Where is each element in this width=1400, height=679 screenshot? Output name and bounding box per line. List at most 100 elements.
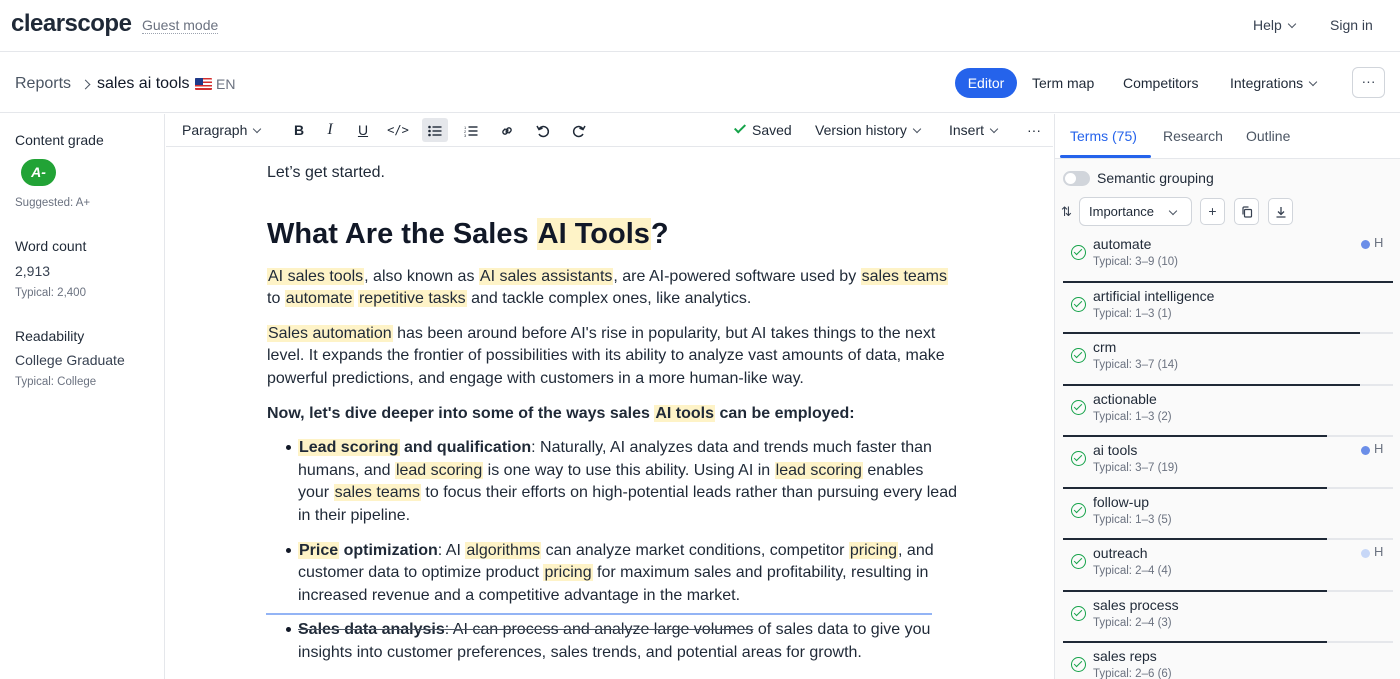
copy-icon[interactable] bbox=[1234, 198, 1259, 225]
sign-in-link[interactable]: Sign in bbox=[1330, 17, 1373, 33]
content-grade-label: Content grade bbox=[15, 132, 104, 148]
chevron-right-icon bbox=[80, 79, 91, 90]
term-highlight: Lead scoring bbox=[298, 439, 400, 457]
help-menu[interactable]: Help bbox=[1253, 17, 1297, 33]
priority-label: H bbox=[1374, 544, 1384, 559]
numbered-list-icon[interactable]: 123 bbox=[458, 118, 484, 142]
insert-menu[interactable]: Insert bbox=[949, 122, 999, 138]
term-row[interactable]: actionable Typical: 1–3 (2) bbox=[1055, 386, 1400, 437]
text: optimization bbox=[339, 541, 438, 559]
download-icon[interactable] bbox=[1268, 198, 1293, 225]
chevron-down-icon bbox=[1287, 19, 1297, 29]
tab-terms[interactable]: Terms (75) bbox=[1070, 128, 1137, 144]
editor-tab-button[interactable]: Editor bbox=[955, 68, 1017, 98]
top-bar: clearscope Guest mode Help Sign in bbox=[0, 0, 1400, 52]
term-highlight: repetitive tasks bbox=[357, 290, 467, 308]
sort-icon[interactable]: ⇅ bbox=[1061, 204, 1072, 220]
term-map-tab[interactable]: Term map bbox=[1032, 75, 1094, 91]
sort-select[interactable]: Importance bbox=[1079, 197, 1192, 226]
guest-mode-label[interactable]: Guest mode bbox=[142, 17, 219, 34]
priority-dot-icon bbox=[1361, 240, 1370, 249]
text: Now, let's dive deeper into some of the … bbox=[267, 404, 655, 422]
term-row[interactable]: sales process Typical: 2–4 (3) bbox=[1055, 592, 1400, 643]
term-highlight: pricing bbox=[543, 564, 593, 582]
term-highlight: AI sales tools bbox=[267, 267, 365, 285]
clearscope-logo[interactable]: clearscope bbox=[11, 10, 132, 38]
term-name: follow-up bbox=[1093, 493, 1150, 510]
term-typical: Typical: 3–9 (10) bbox=[1093, 256, 1179, 268]
term-row[interactable]: follow-up Typical: 1–3 (5) bbox=[1055, 489, 1400, 540]
tab-research[interactable]: Research bbox=[1163, 128, 1223, 144]
more-options-button[interactable]: ··· bbox=[1352, 67, 1385, 98]
list-item: Price optimization: AI algorithms can an… bbox=[267, 540, 957, 608]
term-highlight: Price bbox=[298, 541, 340, 559]
editor-toolbar: Paragraph B I U </> 123 Saved Version hi… bbox=[166, 114, 1053, 147]
term-row[interactable]: automate Typical: 3–9 (10) H bbox=[1055, 231, 1400, 283]
paragraph-label: Paragraph bbox=[182, 122, 248, 138]
word-count-label: Word count bbox=[15, 238, 87, 254]
term-highlight: sales teams bbox=[860, 267, 949, 285]
term-typical: Typical: 3–7 (19) bbox=[1093, 462, 1179, 474]
term-row[interactable]: sales reps Typical: 2–6 (6) bbox=[1055, 643, 1400, 679]
integrations-menu[interactable]: Integrations bbox=[1230, 75, 1318, 91]
language-label: EN bbox=[216, 76, 236, 92]
text: , also known as bbox=[364, 267, 479, 285]
check-circle-icon bbox=[1071, 451, 1086, 466]
toolbar-more-button[interactable]: ··· bbox=[1027, 122, 1041, 138]
check-circle-icon bbox=[1071, 605, 1086, 621]
document-content[interactable]: Let’s get started. What Are the Sales AI… bbox=[267, 162, 957, 665]
tab-outline[interactable]: Outline bbox=[1246, 128, 1290, 144]
check-circle-icon bbox=[1071, 554, 1086, 569]
breadcrumb-reports[interactable]: Reports bbox=[15, 75, 71, 93]
term-row[interactable]: artificial intelligence Typical: 1–3 (1) bbox=[1055, 283, 1400, 334]
terms-panel: Terms (75) Research Outline Semantic gro… bbox=[1054, 114, 1400, 679]
priority-label: H bbox=[1374, 235, 1384, 250]
add-term-button[interactable]: + bbox=[1200, 198, 1225, 225]
competitors-tab[interactable]: Competitors bbox=[1123, 75, 1198, 91]
semantic-grouping-toggle[interactable] bbox=[1063, 171, 1090, 186]
report-title: sales ai tools bbox=[97, 75, 190, 92]
term-row[interactable]: ai tools Typical: 3–7 (19) H bbox=[1055, 437, 1400, 489]
term-name: sales reps bbox=[1093, 648, 1157, 664]
bold-icon[interactable]: B bbox=[286, 118, 312, 142]
underline-icon[interactable]: U bbox=[350, 118, 376, 142]
heading-text: What Are the Sales bbox=[267, 217, 537, 250]
priority-dot-icon bbox=[1361, 549, 1370, 558]
version-history-menu[interactable]: Version history bbox=[815, 122, 922, 138]
term-highlight: algorithms bbox=[465, 541, 542, 559]
code-icon[interactable]: </> bbox=[385, 118, 411, 142]
sort-label: Importance bbox=[1089, 204, 1155, 219]
chevron-down-icon bbox=[1168, 206, 1178, 216]
help-label: Help bbox=[1253, 17, 1282, 33]
metrics-panel: Content grade A- Suggested: A+ Word coun… bbox=[0, 114, 165, 679]
term-typical: Typical: 1–3 (1) bbox=[1093, 307, 1172, 320]
text: can analyze market conditions, competito… bbox=[541, 541, 849, 559]
term-typical: Typical: 3–7 (14) bbox=[1093, 359, 1179, 371]
chevron-down-icon bbox=[989, 124, 999, 134]
semantic-grouping-label: Semantic grouping bbox=[1097, 170, 1214, 186]
list-item: Lead scoring and qualification: Naturall… bbox=[267, 437, 957, 527]
redo-icon[interactable] bbox=[566, 118, 592, 142]
chevron-down-icon bbox=[912, 124, 922, 134]
bullet-list-icon[interactable] bbox=[422, 118, 448, 142]
term-row[interactable]: crm Typical: 3–7 (14) bbox=[1055, 334, 1400, 386]
paragraph-style-select[interactable]: Paragraph bbox=[182, 122, 262, 138]
readability-label: Readability bbox=[15, 328, 85, 344]
saved-status: Saved bbox=[733, 121, 792, 138]
struck-text: Sales data analysis bbox=[298, 621, 445, 639]
undo-icon[interactable] bbox=[530, 118, 556, 142]
document-editor[interactable]: Let’s get started. What Are the Sales AI… bbox=[166, 148, 1053, 679]
term-name: crm bbox=[1093, 339, 1117, 355]
link-icon[interactable] bbox=[494, 118, 520, 142]
text: and tackle complex ones, like analytics. bbox=[466, 290, 752, 308]
term-highlight: AI Tools bbox=[536, 217, 651, 250]
term-highlight: lead scoring bbox=[394, 461, 484, 479]
svg-text:3: 3 bbox=[464, 133, 467, 137]
term-highlight: AI tools bbox=[654, 404, 716, 422]
term-typical: Typical: 2–4 (4) bbox=[1093, 565, 1172, 577]
check-circle-icon bbox=[1071, 245, 1086, 260]
heading-text: ? bbox=[650, 217, 669, 250]
text: : AI bbox=[437, 541, 466, 559]
italic-icon[interactable]: I bbox=[317, 118, 343, 142]
term-row[interactable]: outreach Typical: 2–4 (4) H bbox=[1055, 540, 1400, 592]
